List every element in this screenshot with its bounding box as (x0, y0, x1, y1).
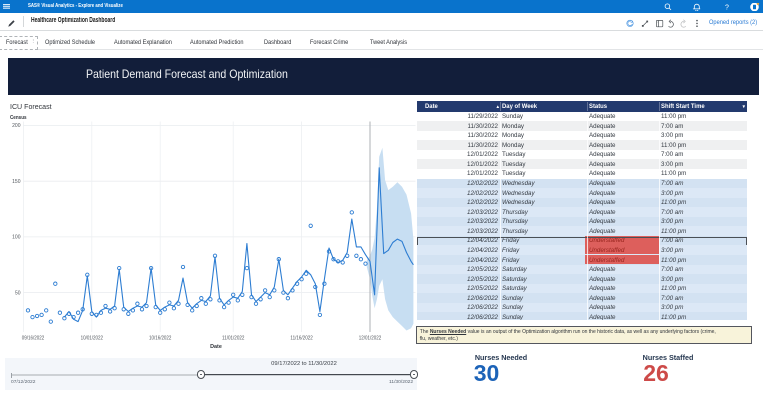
svg-text:09/16/2022: 09/16/2022 (22, 336, 45, 342)
svg-text:11/16/2022: 11/16/2022 (290, 336, 313, 342)
svg-text:50: 50 (15, 290, 21, 296)
svg-text:150: 150 (12, 179, 21, 185)
svg-text:100: 100 (12, 235, 21, 241)
svg-text:200: 200 (12, 123, 21, 129)
svg-text:12/01/2022: 12/01/2022 (359, 336, 382, 342)
svg-text:10/01/2022: 10/01/2022 (81, 336, 104, 342)
svg-text:10/16/2022: 10/16/2022 (149, 336, 172, 342)
svg-text:11/01/2022: 11/01/2022 (222, 336, 245, 342)
